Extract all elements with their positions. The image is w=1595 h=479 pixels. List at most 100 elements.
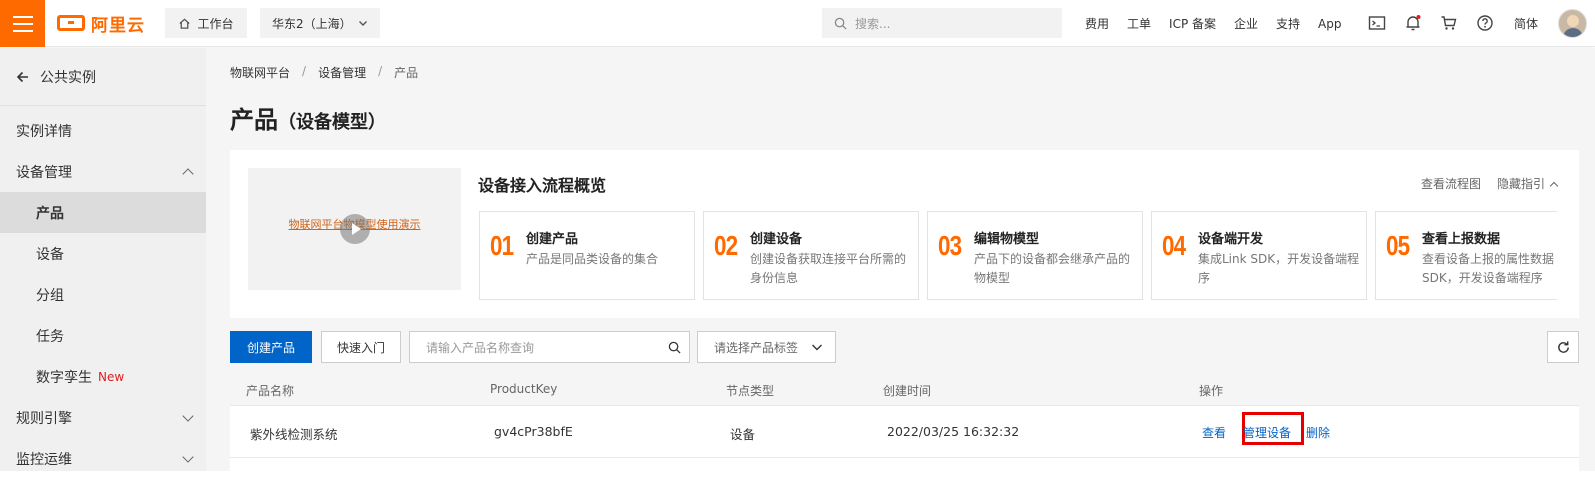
arrow-left-icon xyxy=(16,71,28,82)
global-search-placeholder: 搜索... xyxy=(855,16,891,31)
sidebar-item-label: 产品 xyxy=(36,205,64,222)
hide-guide-link[interactable]: 隐藏指引 xyxy=(1497,175,1559,192)
step-card-device-dev[interactable]: 04 设备端开发 集成Link SDK，开发设备端程序 xyxy=(1151,211,1367,300)
cell-product-name: 紫外线检测系统 xyxy=(250,427,338,442)
search-icon xyxy=(834,17,847,30)
cart-icon[interactable] xyxy=(1440,14,1458,32)
sidebar-item-device[interactable]: 设备 xyxy=(0,233,206,274)
breadcrumb-separator: / xyxy=(302,64,307,78)
sidebar-item-group[interactable]: 分组 xyxy=(0,274,206,315)
product-search-input[interactable]: 请输入产品名称查询 xyxy=(409,331,690,363)
cell-productkey: gv4cPr38bfE xyxy=(494,424,573,439)
page-title-suffix: （设备模型） xyxy=(278,112,386,133)
step-name: 编辑物模型 xyxy=(974,232,1040,247)
step-card-edit-model[interactable]: 03 编辑物模型 产品下的设备都会继承产品的物模型 xyxy=(927,211,1143,300)
product-search-placeholder: 请输入产品名称查询 xyxy=(426,340,535,355)
sidebar-item-label: 任务 xyxy=(36,328,64,345)
new-badge: New xyxy=(98,369,125,384)
sidebar-group-device-mgmt[interactable]: 设备管理 xyxy=(0,151,206,192)
sidebar-item-task[interactable]: 任务 xyxy=(0,315,206,356)
step-name: 查看上报数据 xyxy=(1422,232,1501,247)
help-icon[interactable] xyxy=(1476,14,1494,32)
table-header: 产品名称 ProductKey 节点类型 创建时间 操作 xyxy=(230,373,1579,406)
delete-product-link[interactable]: 删除 xyxy=(1306,424,1330,441)
demo-video[interactable]: 物联网平台物模型使用演示 xyxy=(248,168,461,290)
chevron-down-icon xyxy=(359,21,367,26)
flow-steps: 01 创建产品 产品是同品类设备的集合 02 创建设备 创建设备获取连接平台所需… xyxy=(479,211,1557,301)
column-header-actions: 操作 xyxy=(1199,384,1224,398)
column-header-name: 产品名称 xyxy=(246,384,295,398)
aliyun-logo-icon xyxy=(57,15,85,31)
nav-link-billing[interactable]: 费用 xyxy=(1085,15,1109,32)
chevron-up-icon xyxy=(182,167,194,180)
chevron-up-icon xyxy=(1549,181,1559,190)
region-select[interactable]: 华东2（上海） xyxy=(260,8,380,38)
product-tag-select[interactable]: 请选择产品标签 xyxy=(697,331,836,363)
step-desc: 产品是同品类设备的集合 xyxy=(526,252,659,266)
view-flowchart-link[interactable]: 查看流程图 xyxy=(1421,175,1481,192)
language-switch[interactable]: 简体 xyxy=(1514,15,1538,32)
step-desc: 集成Link SDK，开发设备端程序 xyxy=(1198,252,1360,285)
nav-link-tickets[interactable]: 工单 xyxy=(1127,15,1151,32)
nav-link-icp[interactable]: ICP 备案 xyxy=(1169,15,1216,32)
step-number: 04 xyxy=(1162,230,1186,261)
sidebar-item-label: 数字孪生 xyxy=(36,369,92,386)
view-product-link[interactable]: 查看 xyxy=(1202,424,1226,441)
bell-icon[interactable] xyxy=(1404,14,1422,32)
sidebar-group-rules-engine[interactable]: 规则引擎 xyxy=(0,397,206,438)
main-content: 物联网平台 / 设备管理 / 产品 产品（设备模型） 物联网平台物模型使用演示 … xyxy=(206,48,1595,471)
step-card-create-device[interactable]: 02 创建设备 创建设备获取连接平台所需的身份信息 xyxy=(703,211,919,300)
region-label: 华东2（上海） xyxy=(272,16,352,31)
manage-devices-link[interactable]: 管理设备 xyxy=(1243,424,1291,441)
nav-link-enterprise[interactable]: 企业 xyxy=(1234,15,1258,32)
refresh-icon xyxy=(1557,340,1569,353)
step-number: 05 xyxy=(1386,230,1410,261)
breadcrumb-iot-platform[interactable]: 物联网平台 xyxy=(230,64,290,81)
breadcrumb-separator: / xyxy=(378,64,383,78)
back-to-instances[interactable]: 公共实例 xyxy=(0,48,206,106)
sidebar-group-monitoring[interactable]: 监控运维 xyxy=(0,438,206,479)
workspace-label: 工作台 xyxy=(197,16,234,31)
tag-select-placeholder: 请选择产品标签 xyxy=(714,340,799,355)
sidebar-item-label: 分组 xyxy=(36,287,64,304)
onboarding-guide-card: 物联网平台物模型使用演示 设备接入流程概览 查看流程图 隐藏指引 01 创建产品… xyxy=(230,150,1579,318)
breadcrumb-current: 产品 xyxy=(394,66,419,80)
step-desc: 查看设备上报的属性数据SDK，开发设备端程序 xyxy=(1422,252,1555,285)
search-icon[interactable] xyxy=(668,341,681,354)
nav-link-app[interactable]: App xyxy=(1318,17,1341,31)
breadcrumb-device-mgmt[interactable]: 设备管理 xyxy=(318,64,366,81)
chevron-down-icon xyxy=(182,450,194,463)
hamburger-menu-icon[interactable] xyxy=(0,0,45,47)
chevron-down-icon xyxy=(182,409,194,422)
column-header-node-type: 节点类型 xyxy=(726,384,775,398)
sidebar-item-instance-detail[interactable]: 实例详情 xyxy=(0,110,206,151)
quick-start-button[interactable]: 快速入门 xyxy=(321,331,401,363)
refresh-button[interactable] xyxy=(1547,331,1579,363)
guide-links: 查看流程图 隐藏指引 xyxy=(1421,175,1559,192)
create-product-button[interactable]: 创建产品 xyxy=(230,331,312,363)
table-row: 紫外线检测系统 gv4cPr38bfE 设备 2022/03/25 16:32:… xyxy=(230,406,1579,458)
play-icon[interactable] xyxy=(340,214,370,244)
sidebar-item-product[interactable]: 产品 xyxy=(0,192,206,233)
user-avatar[interactable] xyxy=(1558,9,1587,38)
page-title: 产品（设备模型） xyxy=(230,100,386,135)
step-card-view-data[interactable]: 05 查看上报数据 查看设备上报的属性数据SDK，开发设备端程序 xyxy=(1375,211,1557,300)
aliyun-logo[interactable]: 阿里云 xyxy=(57,12,145,36)
sidebar-item-label: 实例详情 xyxy=(16,123,72,140)
breadcrumb: 物联网平台 / 设备管理 / 产品 xyxy=(230,64,418,81)
global-search-input[interactable]: 搜索... xyxy=(822,8,1062,38)
workspace-button[interactable]: 工作台 xyxy=(165,8,247,38)
nav-link-support[interactable]: 支持 xyxy=(1276,15,1300,32)
step-number: 01 xyxy=(490,230,514,261)
step-card-create-product[interactable]: 01 创建产品 产品是同品类设备的集合 xyxy=(479,211,695,300)
sidebar-item-label: 设备管理 xyxy=(16,164,72,181)
terminal-icon[interactable] xyxy=(1368,14,1386,32)
top-navbar: 阿里云 工作台 华东2（上海） 搜索... 费用 工单 ICP 备案 企业 支持… xyxy=(0,0,1595,47)
sidebar-item-digital-twin[interactable]: 数字孪生 New xyxy=(0,356,206,397)
sidebar-item-label: 设备 xyxy=(36,246,64,263)
column-header-productkey: ProductKey xyxy=(490,382,558,396)
step-name: 创建设备 xyxy=(750,232,803,247)
product-table: 产品名称 ProductKey 节点类型 创建时间 操作 紫外线检测系统 gv4… xyxy=(230,373,1579,471)
back-label: 公共实例 xyxy=(40,69,96,86)
step-desc: 创建设备获取连接平台所需的身份信息 xyxy=(750,252,907,285)
